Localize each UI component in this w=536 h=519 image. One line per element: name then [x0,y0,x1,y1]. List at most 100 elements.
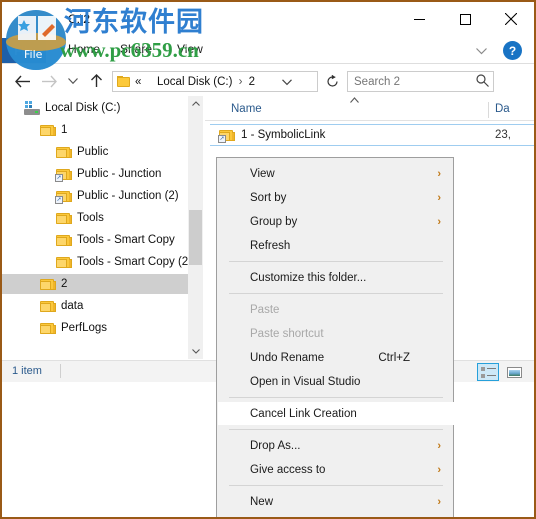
tree-item-label: PerfLogs [61,322,108,334]
forward-icon[interactable] [38,70,60,92]
search-input[interactable] [352,74,470,89]
menu-item-label: Paste shortcut [250,327,324,340]
folder-icon [40,300,56,313]
menu-item-label: Open in Visual Studio [250,375,361,388]
tree-item[interactable]: Tools [2,208,198,228]
chevron-right-icon: › [437,463,441,476]
tab-file[interactable]: File [2,38,46,64]
menu-item[interactable]: New › [218,490,454,513]
tree-item[interactable]: ➚ Public - Junction [2,164,198,184]
window-title: C:\2 [68,12,91,26]
chevron-right-icon: › [437,439,441,452]
tree-item[interactable]: data [2,296,198,316]
sort-ascending-icon [350,95,359,105]
details-view-icon [480,366,496,378]
menu-separator [229,261,443,262]
close-button[interactable] [488,2,534,36]
tab-home[interactable]: Home [68,42,100,56]
tree-scrollbar[interactable] [188,96,203,359]
tree-item-label: Public [77,146,109,158]
help-icon[interactable]: ? [503,41,522,60]
address-dropdown-icon[interactable] [279,74,295,91]
menu-item[interactable]: Give access to › [218,458,454,481]
ribbon-tab-bar: File Home Share View ? [2,38,534,64]
address-bar[interactable]: « Local Disk (C:) › 2 [112,71,318,92]
large-icons-view-icon [506,366,522,378]
breadcrumb-item-0[interactable]: Local Disk (C:) [157,76,232,88]
tree-item[interactable]: Local Disk (C:) [2,98,198,118]
column-header-date[interactable]: Da [495,103,510,115]
maximize-button[interactable] [442,2,488,36]
file-date: 23, [495,129,511,141]
menu-item[interactable]: Customize this folder... [218,266,454,289]
context-menu[interactable]: View › Sort by › Group by › Refresh Customize t… [216,157,454,518]
menu-item-label: Group by [250,215,298,228]
menu-item-label: Cancel Link Creation [250,407,357,420]
menu-item[interactable]: Open in Visual Studio [218,370,454,393]
folder-icon [56,146,72,159]
tab-view[interactable]: View [177,42,203,56]
file-list-row[interactable]: ➚ 1 - SymbolicLink 23, [210,124,534,146]
tree-item[interactable]: Tools - Smart Copy (2) [2,252,198,272]
minimize-button[interactable] [396,2,442,36]
tree-item[interactable]: ➚ Public - Junction (2) [2,186,198,206]
menu-item[interactable]: Drop As... › [218,434,454,457]
column-divider[interactable] [488,102,489,118]
chevron-right-icon: › [437,215,441,228]
menu-item[interactable]: Refresh [218,234,454,257]
folder-icon [117,76,131,87]
item-count-label: 1 item [12,365,42,377]
folder-icon [40,322,56,335]
tree-item-label: Public - Junction (2) [77,190,179,202]
details-view-button[interactable] [477,363,499,381]
chevron-right-icon: › [437,495,441,508]
menu-separator [229,517,443,518]
column-header-row: Name Da [205,97,534,121]
menu-separator [229,485,443,486]
menu-separator [229,293,443,294]
menu-item[interactable]: Group by › [218,210,454,233]
search-icon[interactable] [476,73,489,90]
thumbnails-view-button[interactable] [503,363,525,381]
refresh-icon[interactable] [322,71,342,92]
menu-item-label: Refresh [250,239,291,252]
column-header-name[interactable]: Name [231,103,262,115]
menu-separator [229,429,443,430]
search-box[interactable] [347,71,494,92]
tree-item-label: Local Disk (C:) [45,102,121,114]
scroll-down-icon[interactable] [188,344,203,359]
folder-icon [56,234,72,247]
menu-item[interactable]: Undo Rename Ctrl+Z [218,346,454,369]
scrollbar-thumb[interactable] [189,210,202,265]
menu-item-label: Customize this folder... [250,271,367,284]
tree-item-label: data [61,300,84,312]
chevron-down-icon[interactable] [472,43,490,59]
breadcrumb-overflow[interactable]: « [135,76,141,88]
tree-item[interactable]: 2 [2,274,198,294]
menu-item[interactable]: View › [218,162,454,185]
tree-item[interactable]: Tools - Smart Copy [2,230,198,250]
folder-icon [56,212,72,225]
tab-share[interactable]: Share [120,42,152,56]
tree-item[interactable]: Public [2,142,198,162]
recent-locations-icon[interactable] [62,70,84,92]
view-mode-buttons [477,363,525,381]
status-divider [60,364,61,378]
scroll-up-icon[interactable] [188,96,203,111]
tree-item[interactable]: PerfLogs [2,318,198,338]
menu-item[interactable]: Cancel Link Creation [218,402,454,425]
address-bar-row: « Local Disk (C:) › 2 [2,66,534,96]
back-icon[interactable] [12,70,34,92]
breadcrumb-item-1[interactable]: 2 [249,76,255,88]
up-icon[interactable] [85,70,107,92]
folder-link-icon: ➚ [218,129,235,143]
folder-icon [40,278,56,291]
menu-item-label: Sort by [250,191,287,204]
folder-icon [56,256,72,269]
tree-item[interactable]: 1 [2,120,198,140]
navigation-tree[interactable]: Local Disk (C:) 1 Public ➚ Public - Junction… [2,96,198,361]
ribbon-divider [2,63,534,64]
menu-item[interactable]: Sort by › [218,186,454,209]
folder-link-icon: ➚ [55,168,72,182]
menu-separator [229,397,443,398]
